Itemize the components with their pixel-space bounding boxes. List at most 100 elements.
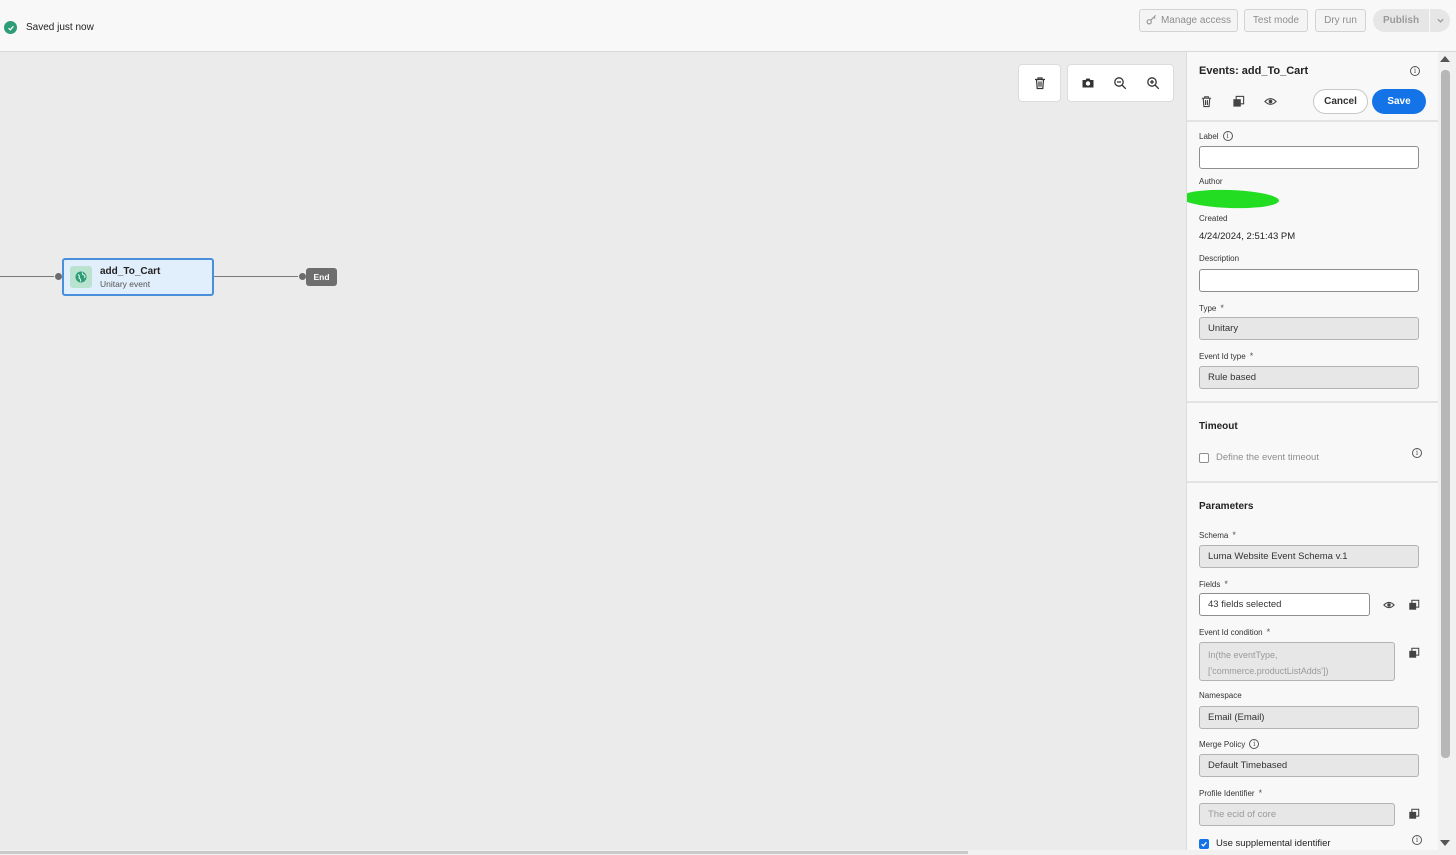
publish-button-group: Publish — [1373, 9, 1450, 32]
eye-icon[interactable] — [1261, 92, 1279, 110]
event-id-type-field: Rule based — [1199, 366, 1419, 389]
supplemental-identifier-label: Use supplemental identifier — [1216, 838, 1331, 849]
event-id-condition-label-text: Event Id condition — [1199, 627, 1263, 637]
event-node-title: add_To_Cart — [100, 265, 161, 277]
type-label-text: Type — [1199, 303, 1217, 313]
merge-policy-label-text: Merge Policy — [1199, 739, 1246, 749]
manage-access-button[interactable]: Manage access — [1139, 9, 1238, 32]
event-id-condition-field: In(the eventType, ['commerce.productList… — [1199, 642, 1395, 681]
schema-label-text: Schema — [1199, 530, 1229, 540]
timeout-heading: Timeout — [1199, 421, 1238, 432]
merge-policy-field: Default Timebased — [1199, 754, 1419, 777]
required-marker: * — [1249, 351, 1254, 361]
required-marker: * — [1266, 627, 1271, 637]
profile-identifier-label-text: Profile Identifier — [1199, 788, 1255, 798]
dry-run-button[interactable]: Dry run — [1315, 9, 1366, 32]
event-node-subtitle: Unitary event — [100, 278, 151, 289]
required-marker: * — [1224, 579, 1228, 589]
panel-title: Events: add_To_Cart — [1199, 65, 1309, 77]
duplicate-icon[interactable] — [1407, 807, 1421, 821]
top-bar: Saved just now Manage access Test mode D… — [0, 0, 1456, 52]
duplicate-icon[interactable] — [1407, 646, 1421, 660]
event-node-add-to-cart[interactable]: add_To_Cart Unitary event — [62, 258, 214, 296]
parameters-heading: Parameters — [1199, 501, 1254, 512]
end-node[interactable]: End — [306, 268, 337, 286]
duplicate-icon[interactable] — [1407, 598, 1421, 612]
manage-access-label: Manage access — [1160, 15, 1232, 26]
check-circle-icon — [4, 21, 17, 34]
info-icon[interactable]: i — [1410, 66, 1420, 76]
required-marker: * — [1258, 788, 1263, 798]
profile-identifier-field: The ecid of core — [1199, 803, 1395, 826]
label-input[interactable] — [1199, 146, 1419, 169]
type-field: Unitary — [1199, 317, 1419, 340]
event-timeout-label: Define the event timeout — [1216, 452, 1319, 463]
info-icon[interactable]: i — [1249, 739, 1260, 749]
globe-icon — [70, 266, 92, 288]
info-icon[interactable]: i — [1222, 131, 1233, 141]
description-input[interactable] — [1199, 269, 1419, 292]
profile-identifier-label: Profile Identifier * — [1199, 788, 1262, 798]
required-marker: * — [1232, 530, 1236, 540]
required-marker: * — [1220, 303, 1224, 313]
zoom-in-icon[interactable] — [1140, 70, 1166, 96]
trash-icon[interactable] — [1197, 92, 1215, 110]
outgoing-edge — [214, 276, 304, 277]
redaction-mark — [1187, 188, 1280, 210]
merge-policy-label: Merge Policy i — [1199, 739, 1260, 749]
type-label: Type * — [1199, 303, 1224, 313]
eye-icon[interactable] — [1382, 598, 1396, 612]
event-properties-panel: Events: add_To_Cart i Cancel Save Label … — [1186, 52, 1438, 850]
event-id-type-label: Event Id type * — [1199, 351, 1253, 361]
horizontal-scrollbar-thumb[interactable] — [0, 851, 968, 854]
event-node-text: add_To_Cart Unitary event — [100, 266, 160, 289]
created-label: Created — [1199, 214, 1228, 223]
checkbox-box[interactable] — [1199, 452, 1209, 463]
scrollbar-thumb[interactable] — [1441, 70, 1450, 758]
key-icon — [1146, 14, 1157, 28]
canvas-delete-group — [1018, 64, 1061, 102]
fields-input[interactable]: 43 fields selected — [1199, 593, 1370, 616]
test-mode-button[interactable]: Test mode — [1244, 9, 1308, 32]
save-status: Saved just now — [4, 21, 94, 34]
info-icon[interactable]: i — [1412, 835, 1422, 845]
supplemental-identifier-checkbox[interactable]: Use supplemental identifier — [1199, 838, 1331, 849]
scroll-down-arrow[interactable] — [1440, 840, 1450, 846]
created-value: 4/24/2024, 2:51:43 PM — [1199, 231, 1296, 242]
save-status-text: Saved just now — [26, 22, 94, 33]
label-text: Label — [1199, 131, 1219, 141]
panel-scrollbar[interactable] — [1438, 52, 1456, 850]
journey-canvas[interactable]: add_To_Cart Unitary event End — [0, 52, 1186, 850]
divider — [1187, 481, 1438, 483]
incoming-edge — [0, 276, 58, 277]
namespace-label: Namespace — [1199, 691, 1242, 700]
label-field-label: Label i — [1199, 131, 1233, 141]
schema-label: Schema * — [1199, 530, 1236, 540]
divider — [1187, 120, 1438, 122]
author-label: Author — [1199, 177, 1223, 186]
camera-icon[interactable] — [1075, 70, 1101, 96]
panel-actions — [1197, 92, 1279, 110]
chevron-down-icon[interactable] — [1430, 16, 1450, 25]
scroll-up-arrow[interactable] — [1440, 56, 1450, 62]
event-id-type-label-text: Event Id type — [1199, 351, 1246, 361]
horizontal-scrollbar[interactable] — [0, 850, 1456, 855]
cancel-button[interactable]: Cancel — [1313, 89, 1368, 114]
fields-label: Fields * — [1199, 579, 1228, 589]
fields-label-text: Fields — [1199, 579, 1221, 589]
info-icon[interactable]: i — [1412, 448, 1422, 458]
save-button[interactable]: Save — [1372, 89, 1426, 114]
checkbox-checked[interactable] — [1199, 838, 1209, 849]
event-id-condition-label: Event Id condition * — [1199, 627, 1270, 637]
event-timeout-checkbox[interactable]: Define the event timeout — [1199, 452, 1319, 463]
namespace-field: Email (Email) — [1199, 706, 1419, 729]
zoom-out-icon[interactable] — [1107, 70, 1133, 96]
duplicate-icon[interactable] — [1229, 92, 1247, 110]
divider — [1187, 401, 1438, 403]
schema-field: Luma Website Event Schema v.1 — [1199, 545, 1419, 568]
condition-line-1: In(the eventType, — [1208, 650, 1278, 660]
trash-icon[interactable] — [1027, 70, 1053, 96]
canvas-view-tools — [1067, 64, 1174, 102]
condition-line-2: ['commerce.productListAdds']) — [1208, 666, 1329, 676]
publish-button[interactable]: Publish — [1373, 15, 1429, 26]
